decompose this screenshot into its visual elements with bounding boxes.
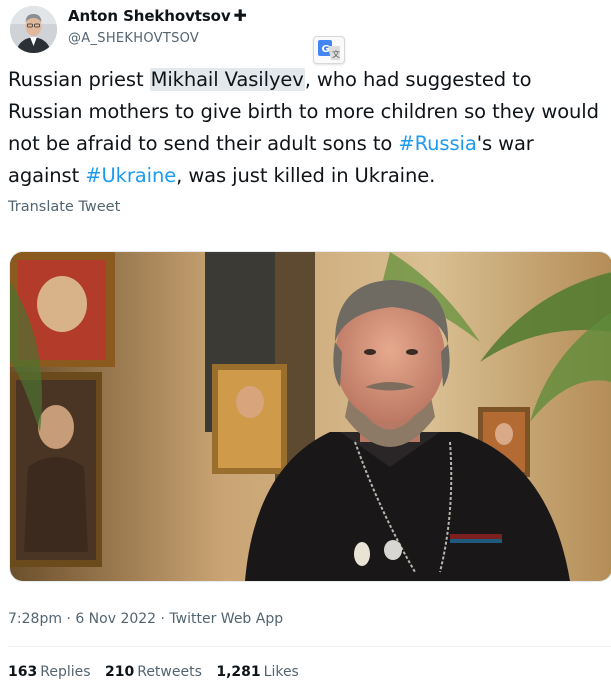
tweet-header: Anton Shekhovtsov ✚ @A_SHEKHOVTSOV [8, 4, 608, 58]
likes-label: Likes [263, 664, 299, 680]
hashtag-ukraine[interactable]: #Ukraine [85, 164, 176, 187]
hashtag-russia[interactable]: #Russia [398, 132, 476, 155]
replies-stat[interactable]: 163 Replies [8, 664, 91, 680]
avatar[interactable] [10, 6, 57, 53]
replies-label: Replies [40, 664, 91, 680]
display-name[interactable]: Anton Shekhovtsov [68, 7, 231, 25]
replies-count: 163 [8, 664, 38, 680]
tweet-text: Russian priest Mikhail Vasilyev, who had… [8, 64, 608, 192]
translate-tweet-link[interactable]: Translate Tweet [8, 199, 120, 215]
retweets-label: Retweets [137, 664, 202, 680]
likes-count: 1,281 [216, 664, 261, 680]
retweets-count: 210 [104, 664, 135, 680]
tweet-stats: 163 Replies 210 Retweets 1,281 Likes [8, 664, 309, 680]
google-translate-icon[interactable]: G 文 [313, 36, 345, 64]
tweet-text-segment: , was just killed in Ukraine. [176, 164, 436, 187]
likes-stat[interactable]: 1,281 Likes [216, 664, 299, 680]
tweet-timestamp[interactable]: 7:28pm · 6 Nov 2022 · Twitter Web App [8, 611, 283, 627]
tweet-text-segment: Russian priest [8, 68, 150, 91]
tweet-photo[interactable] [9, 251, 611, 582]
user-handle[interactable]: @A_SHEKHOVTSOV [68, 31, 247, 46]
svg-text:G: G [322, 44, 330, 55]
divider [8, 646, 611, 647]
svg-text:文: 文 [332, 49, 340, 59]
cross-badge-icon: ✚ [233, 6, 247, 25]
retweets-stat[interactable]: 210 Retweets [105, 664, 202, 680]
highlighted-name: Mikhail Vasilyev [149, 68, 305, 91]
